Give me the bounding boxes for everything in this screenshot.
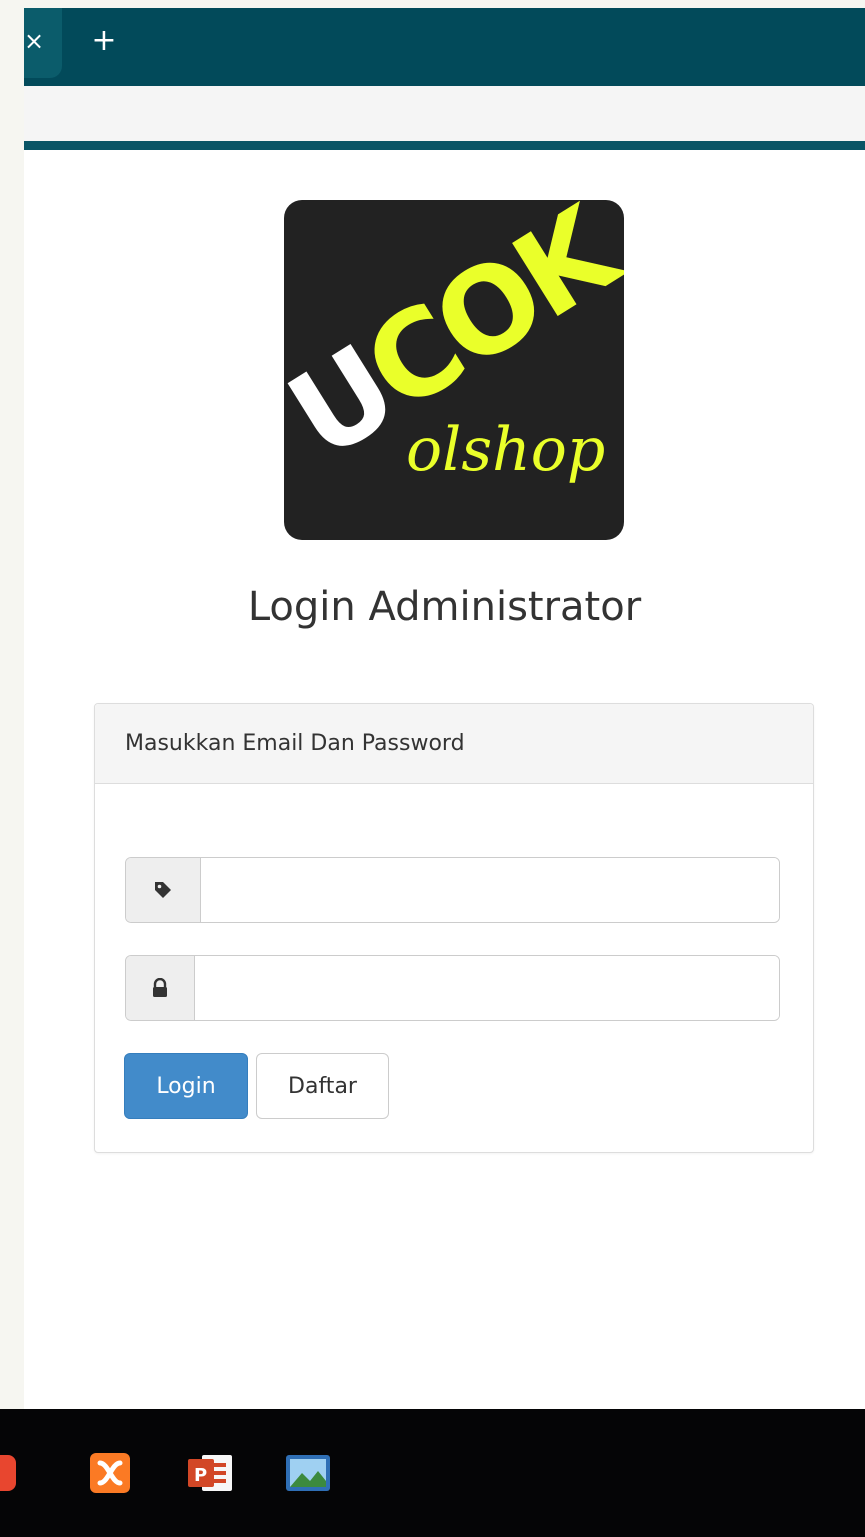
photos-icon[interactable] xyxy=(286,1453,330,1493)
page-title: Login Administrator xyxy=(247,584,642,630)
password-addon xyxy=(126,956,195,1020)
email-input-group xyxy=(125,857,780,923)
tab-strip: × + xyxy=(24,8,865,86)
new-tab-button[interactable]: + xyxy=(88,24,120,58)
browser-window: × + UCOK olshop Login Administrator Masu… xyxy=(24,8,865,1409)
tag-icon xyxy=(155,882,171,898)
lock-icon xyxy=(153,978,167,997)
email-input[interactable] xyxy=(201,858,779,922)
panel-heading: Masukkan Email Dan Password xyxy=(95,704,813,784)
tab-close-button[interactable]: × xyxy=(24,24,44,58)
email-addon xyxy=(126,858,201,922)
browser-toolbar xyxy=(24,86,865,146)
page-top-border xyxy=(24,141,865,150)
login-button[interactable]: Login xyxy=(124,1053,248,1119)
active-tab[interactable]: × xyxy=(24,8,62,78)
taskbar: P xyxy=(0,1409,865,1537)
password-input[interactable] xyxy=(195,956,779,1020)
register-button[interactable]: Daftar xyxy=(256,1053,389,1119)
page-content: UCOK olshop Login Administrator Masukkan… xyxy=(24,150,865,1409)
svg-text:P: P xyxy=(194,1465,207,1486)
app-icon[interactable] xyxy=(0,1453,16,1493)
xampp-icon[interactable] xyxy=(90,1453,130,1493)
powerpoint-icon[interactable]: P xyxy=(188,1453,232,1493)
password-input-group xyxy=(125,955,780,1021)
site-logo: UCOK olshop xyxy=(284,200,624,540)
logo-subtitle: olshop xyxy=(406,415,605,485)
